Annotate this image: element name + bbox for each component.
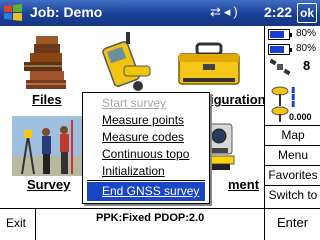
gnss-status-text: PPK:Fixed PDOP:2.0 (96, 212, 205, 224)
satellite-count: 8 (303, 58, 311, 73)
satellite-icon[interactable] (270, 58, 290, 76)
battery2-level (270, 46, 285, 53)
menu-item-start-survey[interactable]: Start survey (102, 96, 166, 110)
map-button[interactable]: Map (265, 125, 320, 145)
receiver-height-icon (271, 106, 289, 122)
menu-button[interactable]: Menu (265, 145, 320, 165)
survey-label[interactable]: Survey (27, 177, 70, 192)
window-title: Job: Demo (30, 4, 103, 20)
battery2-icon (268, 44, 292, 55)
ok-button[interactable]: ok (297, 3, 317, 23)
enter-button[interactable]: Enter (264, 209, 320, 240)
menu-item-continuous-topo[interactable]: Continuous topo (102, 147, 189, 161)
files-books-icon[interactable] (22, 34, 70, 92)
bottom-bar: Exit PPK:Fixed PDOP:2.0 Enter (0, 208, 320, 240)
menu-item-end-gnss-survey-label: End GNSS survey (102, 184, 200, 198)
battery1-level (270, 31, 285, 38)
menu-item-measure-points[interactable]: Measure points (102, 113, 184, 127)
switch-to-button[interactable]: Switch to (265, 185, 320, 205)
menu-separator (87, 180, 205, 181)
battery2-text: 80% (296, 43, 317, 54)
connectivity-volume-icons[interactable]: ⇄◂) (210, 4, 241, 20)
clock[interactable]: 2:22 (264, 4, 292, 20)
windows-start-icon[interactable] (2, 2, 24, 24)
survey-surveyors-icon[interactable] (12, 116, 82, 176)
menu-item-end-gnss-survey[interactable]: End GNSS survey (87, 182, 205, 201)
antenna-height: 0.000 (289, 112, 312, 122)
favorites-button[interactable]: Favorites (265, 165, 320, 185)
instrument-label[interactable]: ment (228, 177, 259, 192)
menu-item-initialization[interactable]: Initialization (102, 164, 165, 178)
battery1-icon (268, 29, 292, 40)
battery1-text: 80% (296, 28, 317, 39)
configuration-toolbox-icon[interactable] (175, 40, 243, 88)
gnss-receiver-icon[interactable] (271, 86, 289, 106)
status-panel: 80% 80% 8 ▮ ▮ ▮ 0.000 Map Menu Favorites S… (264, 26, 320, 208)
survey-popup-menu: Start survey Measure points Measure code… (82, 92, 210, 204)
title-bar: Job: Demo ⇄◂) 2:22 ok (0, 0, 320, 26)
signal-bars-icon: ▮ ▮ ▮ (291, 85, 296, 108)
configuration-label[interactable]: iguration (210, 92, 266, 107)
menu-item-measure-codes[interactable]: Measure codes (102, 130, 184, 144)
files-label[interactable]: Files (32, 92, 62, 107)
controller-device-icon[interactable] (100, 32, 154, 94)
exit-button[interactable]: Exit (0, 209, 36, 240)
